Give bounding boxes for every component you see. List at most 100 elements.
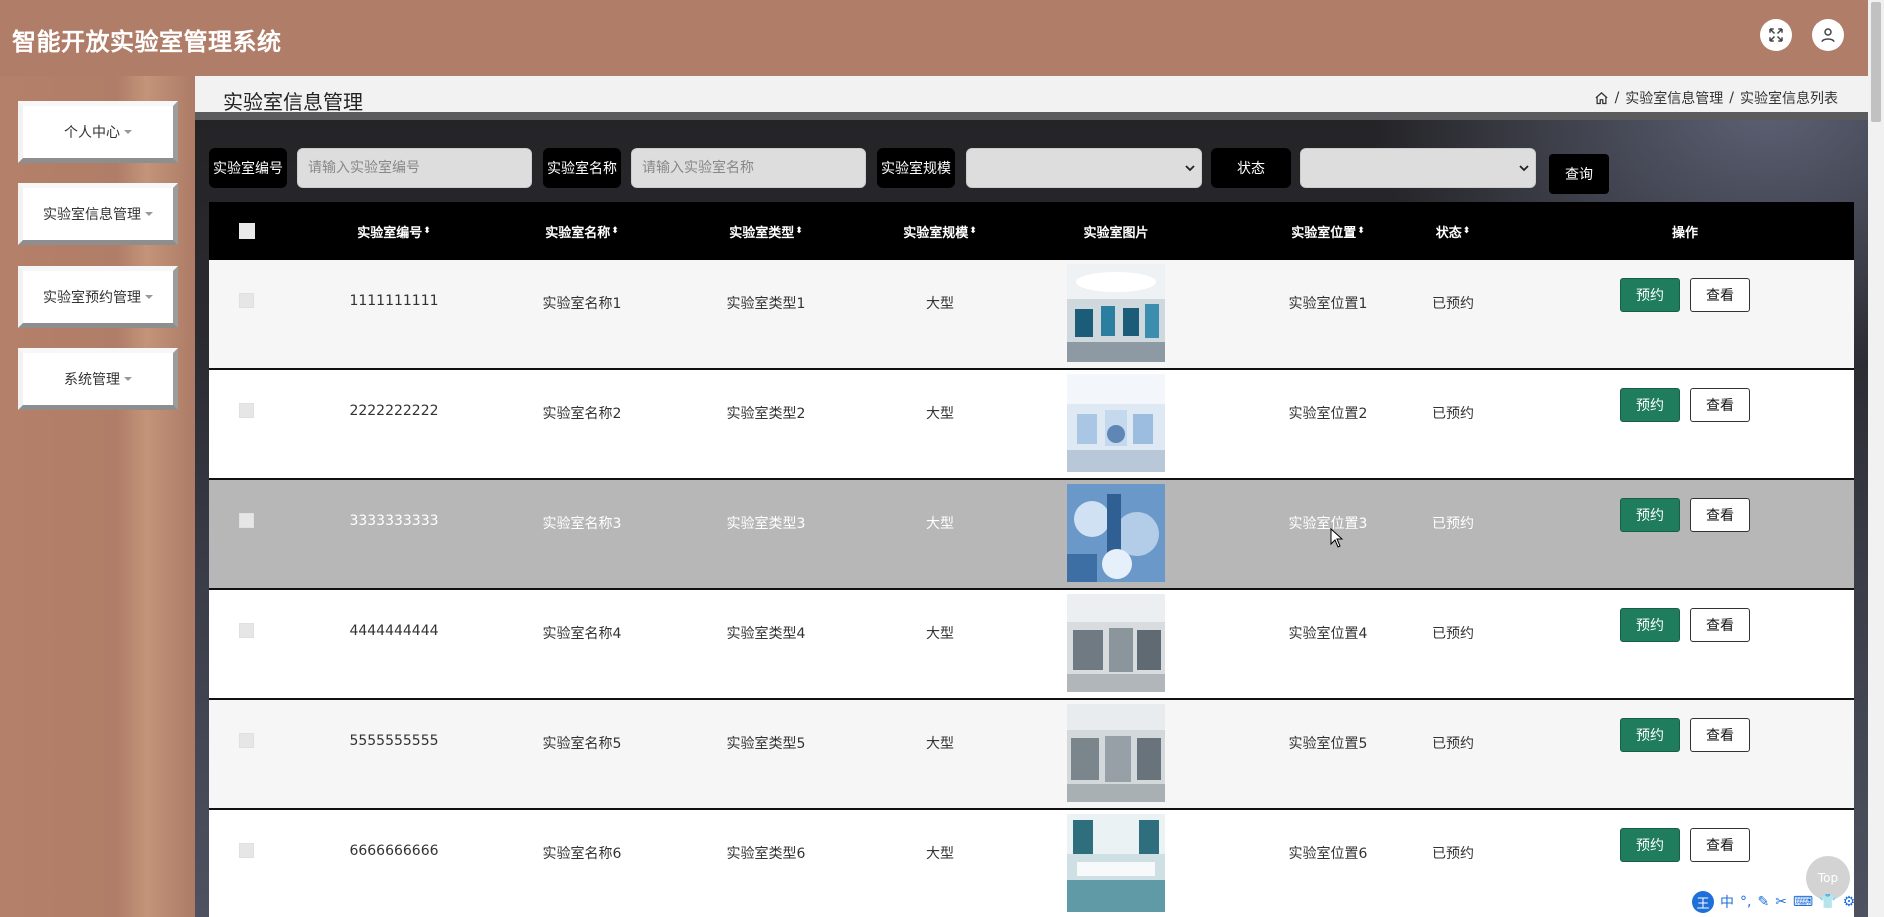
sidebar-item-personal-center[interactable]: 个人中心 [18, 101, 178, 163]
cell-lab-location: 实验室位置5 [1288, 736, 1368, 752]
table-row[interactable]: 1111111111 实验室名称1 实验室类型1 大型 实验室位置1 已预约 预… [209, 260, 1854, 370]
pen-icon[interactable]: ✎ [1757, 894, 1769, 910]
lab-image[interactable] [1067, 704, 1165, 802]
cell-lab-type: 实验室类型6 [726, 846, 806, 862]
lab-image[interactable] [1067, 594, 1165, 692]
row-checkbox[interactable] [239, 513, 254, 528]
book-button[interactable]: 预约 [1620, 388, 1680, 422]
book-button[interactable]: 预约 [1620, 498, 1680, 532]
book-button[interactable]: 预约 [1620, 278, 1680, 312]
cell-lab-location: 实验室位置4 [1288, 626, 1368, 642]
sidebar-item-lab-info[interactable]: 实验室信息管理 [18, 183, 178, 245]
lab-image[interactable] [1067, 264, 1165, 362]
breadcrumb-separator: / [1614, 90, 1620, 106]
view-button[interactable]: 查看 [1690, 278, 1750, 312]
fullscreen-button[interactable] [1760, 19, 1792, 51]
status-select[interactable] [1300, 148, 1536, 188]
sidebar-item-system[interactable]: 系统管理 [18, 348, 178, 410]
breadcrumb-lab-list: 实验室信息列表 [1740, 91, 1838, 107]
lab-image[interactable] [1067, 814, 1165, 912]
select-all-checkbox[interactable] [237, 202, 257, 260]
view-button[interactable]: 查看 [1690, 498, 1750, 532]
table-row[interactable]: 5555555555 实验室名称5 实验室类型5 大型 实验室位置5 已预约 预… [209, 700, 1854, 810]
view-button[interactable]: 查看 [1690, 828, 1750, 862]
row-checkbox[interactable] [239, 403, 254, 418]
row-checkbox[interactable] [239, 293, 254, 308]
cell-lab-no: 3333333333 [349, 513, 439, 529]
scrollbar-thumb[interactable] [1871, 2, 1881, 122]
gear-icon[interactable]: ⚙ [1843, 894, 1856, 910]
cell-status: 已预约 [1432, 736, 1474, 752]
user-icon [1821, 28, 1835, 43]
keyboard-icon[interactable]: ⌨ [1793, 894, 1813, 910]
row-checkbox[interactable] [239, 733, 254, 748]
table-row[interactable]: 3333333333 实验室名称3 实验室类型3 大型 实验室位置3 已预约 预… [209, 480, 1854, 590]
cell-lab-no: 1111111111 [349, 293, 439, 309]
page-header: 实验室信息管理 / 实验室信息管理 / 实验室信息列表 [195, 76, 1868, 120]
cell-lab-no: 5555555555 [349, 733, 439, 749]
main-content: 实验室信息管理 / 实验室信息管理 / 实验室信息列表 实验室编号 实验室名称 … [195, 76, 1868, 917]
cell-status: 已预约 [1432, 626, 1474, 642]
cell-lab-type: 实验室类型1 [726, 296, 806, 312]
lab-image[interactable] [1067, 374, 1165, 472]
cell-lab-location: 实验室位置6 [1288, 846, 1368, 862]
lab-scale-label: 实验室规模 [877, 148, 955, 188]
row-checkbox[interactable] [239, 623, 254, 638]
cell-lab-name: 实验室名称1 [542, 296, 622, 312]
cell-status: 已预约 [1432, 846, 1474, 862]
lab-name-input[interactable] [631, 148, 866, 188]
mouse-cursor-icon [1330, 528, 1344, 548]
col-actions: 操作 [1671, 225, 1698, 241]
cell-lab-no: 2222222222 [349, 403, 439, 419]
view-button[interactable]: 查看 [1690, 388, 1750, 422]
sidebar-item-label: 实验室预约管理 [43, 290, 141, 306]
cell-lab-name: 实验室名称5 [542, 736, 622, 752]
col-status[interactable]: 状态 ⬍ [1403, 202, 1503, 260]
user-avatar-button[interactable] [1812, 19, 1844, 51]
view-button[interactable]: 查看 [1690, 718, 1750, 752]
status-label: 状态 [1211, 148, 1291, 188]
col-lab-scale[interactable]: 实验室规模 ⬍ [865, 202, 1015, 260]
lab-image[interactable] [1067, 484, 1165, 582]
lab-no-input[interactable] [297, 148, 532, 188]
cell-lab-location: 实验室位置1 [1288, 296, 1368, 312]
caret-down-icon [124, 377, 132, 381]
home-icon[interactable] [1594, 91, 1609, 106]
ime-mode[interactable]: 中 [1720, 892, 1734, 912]
sidebar-item-lab-booking[interactable]: 实验室预约管理 [18, 266, 178, 328]
punctuation-icon[interactable]: °, [1740, 894, 1751, 910]
cell-status: 已预约 [1432, 516, 1474, 532]
table-row[interactable]: 6666666666 实验室名称6 实验室类型6 大型 实验室位置6 已预约 预… [209, 810, 1854, 917]
book-button[interactable]: 预约 [1620, 718, 1680, 752]
book-button[interactable]: 预约 [1620, 608, 1680, 642]
page-scrollbar[interactable] [1868, 0, 1884, 917]
sidebar-item-label: 系统管理 [64, 372, 120, 388]
caret-down-icon [145, 295, 153, 299]
table-header: 实验室编号 ⬍ 实验室名称 ⬍ 实验室类型 ⬍ 实验室规模 ⬍ 实验室图片 实验室位置 ⬍… [209, 202, 1854, 260]
lab-scale-select[interactable] [966, 148, 1202, 188]
sort-icon: ⬍ [1462, 225, 1471, 236]
ime-logo-icon[interactable]: 王 [1692, 891, 1714, 913]
caret-down-icon [145, 212, 153, 216]
col-lab-no[interactable]: 实验室编号 ⬍ [319, 202, 469, 260]
sidebar: 个人中心 实验室信息管理 实验室预约管理 系统管理 [0, 76, 195, 917]
lab-no-label: 实验室编号 [209, 148, 287, 188]
view-button[interactable]: 查看 [1690, 608, 1750, 642]
breadcrumb-lab-info[interactable]: 实验室信息管理 [1625, 88, 1723, 108]
table-row[interactable]: 4444444444 实验室名称4 实验室类型4 大型 实验室位置4 已预约 预… [209, 590, 1854, 700]
col-lab-name[interactable]: 实验室名称 ⬍ [507, 202, 657, 260]
cell-lab-location: 实验室位置2 [1288, 406, 1368, 422]
col-lab-location[interactable]: 实验室位置 ⬍ [1253, 202, 1403, 260]
scissors-icon[interactable]: ✂ [1775, 894, 1787, 910]
sort-icon: ⬍ [423, 225, 431, 236]
shirt-icon[interactable]: 👕 [1819, 894, 1836, 910]
col-lab-type[interactable]: 实验室类型 ⬍ [691, 202, 841, 260]
table-row[interactable]: 2222222222 实验室名称2 实验室类型2 大型 实验室位置2 已预约 预… [209, 370, 1854, 480]
cell-status: 已预约 [1432, 406, 1474, 422]
row-checkbox[interactable] [239, 843, 254, 858]
query-button[interactable]: 查询 [1549, 154, 1609, 194]
cell-lab-type: 实验室类型2 [726, 406, 806, 422]
top-header: 智能开放实验室管理系统 [0, 0, 1868, 76]
book-button[interactable]: 预约 [1620, 828, 1680, 862]
sort-icon: ⬍ [1357, 225, 1365, 236]
